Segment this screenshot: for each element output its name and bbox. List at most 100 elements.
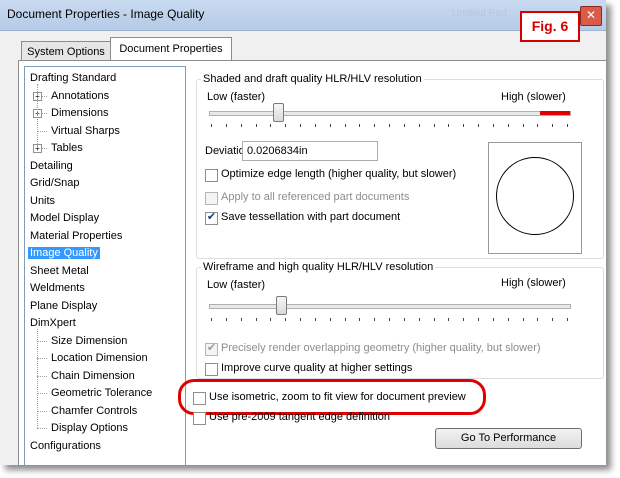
tree-connector (37, 84, 38, 148)
slider-tick (492, 318, 494, 321)
tree-item[interactable]: Drafting Standard (28, 70, 118, 86)
tree-item[interactable]: Model Display (28, 210, 101, 226)
slider-tick (448, 124, 450, 127)
tree-connector (37, 329, 38, 428)
improve-curve-checkbox[interactable] (205, 363, 218, 376)
slider-tick (389, 318, 390, 321)
tree-item[interactable]: Location Dimension (49, 350, 150, 366)
pre2009-tangent-label: Use pre-2009 tangent edge definition (209, 411, 391, 423)
checkmark-icon: ✔ (206, 342, 217, 354)
close-button[interactable]: ✕ (580, 6, 602, 26)
slider-tick (300, 318, 301, 321)
tree-item-label: Dimensions (51, 107, 109, 119)
slider-tick (344, 318, 346, 321)
wireframe-slider-thumb[interactable] (276, 296, 287, 315)
tree-item[interactable]: Grid/Snap (28, 175, 82, 191)
slider-tick (359, 318, 361, 321)
precise-render-checkbox[interactable]: ✔ (205, 342, 218, 356)
slider-tick (537, 124, 539, 127)
slider-tick (418, 124, 420, 127)
slider-tick (522, 318, 524, 321)
slider-tick (270, 124, 272, 127)
slider-tick (285, 318, 287, 321)
tree-connector (37, 393, 47, 394)
tree-item[interactable]: Geometric Tolerance (49, 385, 154, 401)
tree-item-label: Tables (51, 142, 83, 154)
highlight-callout (178, 379, 486, 415)
slider-tick (225, 124, 227, 127)
shaded-slider-thumb[interactable] (273, 103, 284, 122)
tree-item[interactable]: Configurations (28, 438, 103, 454)
tree-item[interactable]: Plane Display (28, 298, 99, 314)
slider-tick (463, 124, 465, 127)
slider-tick (433, 124, 435, 127)
slider-tick (507, 124, 509, 127)
tessellation-preview (488, 142, 582, 254)
tree-item[interactable]: Material Properties (28, 228, 124, 244)
slider-tick (255, 318, 257, 321)
improve-curve-label: Improve curve quality at higher settings (221, 362, 413, 374)
slider-tick (329, 318, 331, 321)
slider-tick (374, 124, 376, 127)
slider-tick (211, 318, 212, 321)
tree-item[interactable]: Detailing (28, 158, 75, 174)
title-bar: Document Properties - Image Quality Unti… (0, 0, 606, 31)
slider-tick (448, 318, 450, 321)
apply-all-checkbox[interactable] (205, 192, 218, 205)
tree-item-label: Virtual Sharps (51, 124, 120, 137)
slider-tick (433, 318, 435, 321)
slider-tick (507, 318, 509, 321)
save-tessellation-checkbox[interactable]: ✔ (205, 211, 218, 225)
tree-item[interactable]: Chain Dimension (49, 368, 137, 384)
precise-render-label: Precisely render overlapping geometry (h… (221, 342, 541, 354)
tree-item[interactable]: Size Dimension (49, 333, 129, 349)
tree-item[interactable]: Image Quality (28, 245, 100, 261)
go-to-performance-button[interactable]: Go To Performance (435, 428, 582, 449)
tree-item[interactable]: Tables (49, 140, 85, 156)
slider-tick (225, 318, 227, 321)
tree-item[interactable]: Annotations (49, 88, 111, 104)
tree-item-label: Chain Dimension (51, 369, 135, 382)
tree-item-label: Plane Display (30, 299, 98, 312)
tree-item[interactable]: Display Options (49, 420, 130, 436)
slider-tick (552, 318, 554, 321)
tree-item[interactable]: Dimensions (49, 105, 110, 121)
tree-item-label: Image Quality (28, 247, 100, 259)
tree-item-label: Size Dimension (51, 334, 128, 347)
slider-tick (522, 124, 524, 127)
shaded-group-title: Shaded and draft quality HLR/HLV resolut… (201, 73, 424, 85)
wireframe-low-label: Low (faster) (207, 279, 266, 291)
optimize-edge-checkbox[interactable] (205, 169, 218, 182)
deviation-input[interactable]: 0.0206834in (242, 141, 378, 161)
figure-label: Fig. 6 (520, 11, 580, 42)
save-tessellation-label: Save tessellation with part document (221, 211, 401, 223)
tab-document-properties[interactable]: Document Properties (110, 37, 232, 62)
tree-item[interactable]: DimXpert (28, 315, 78, 331)
apply-all-label: Apply to all referenced part documents (221, 191, 410, 203)
tab-system-options[interactable]: System Options (21, 41, 111, 62)
tree-item[interactable]: Chamfer Controls (49, 403, 139, 419)
tree-item[interactable]: Sheet Metal (28, 263, 91, 279)
optimize-edge-label: Optimize edge length (higher quality, bu… (221, 168, 457, 180)
options-tree[interactable]: Drafting Standard Annotations + Dimensions +… (24, 66, 186, 465)
tree-item-label: Geometric Tolerance (51, 387, 153, 399)
tree-item[interactable]: Virtual Sharps (49, 123, 122, 139)
shaded-low-label: Low (faster) (207, 91, 266, 103)
shaded-slider-track[interactable] (209, 111, 571, 116)
tree-item[interactable]: Units (28, 193, 57, 209)
tree-connector (37, 428, 47, 429)
slider-tick (374, 318, 376, 321)
slider-tick (403, 318, 405, 321)
slider-tick (492, 124, 494, 127)
wireframe-slider-track[interactable] (209, 304, 571, 309)
preview-circle (496, 157, 574, 235)
tree-connector (37, 340, 47, 342)
slider-tick (418, 318, 420, 321)
slider-tick (537, 318, 539, 321)
tree-connector (37, 130, 47, 132)
tree-item[interactable]: Weldments (28, 280, 87, 296)
pre2009-tangent-checkbox[interactable] (193, 412, 206, 425)
tree-connector (37, 358, 47, 359)
slider-tick (344, 124, 346, 127)
slider-tick (240, 318, 242, 321)
